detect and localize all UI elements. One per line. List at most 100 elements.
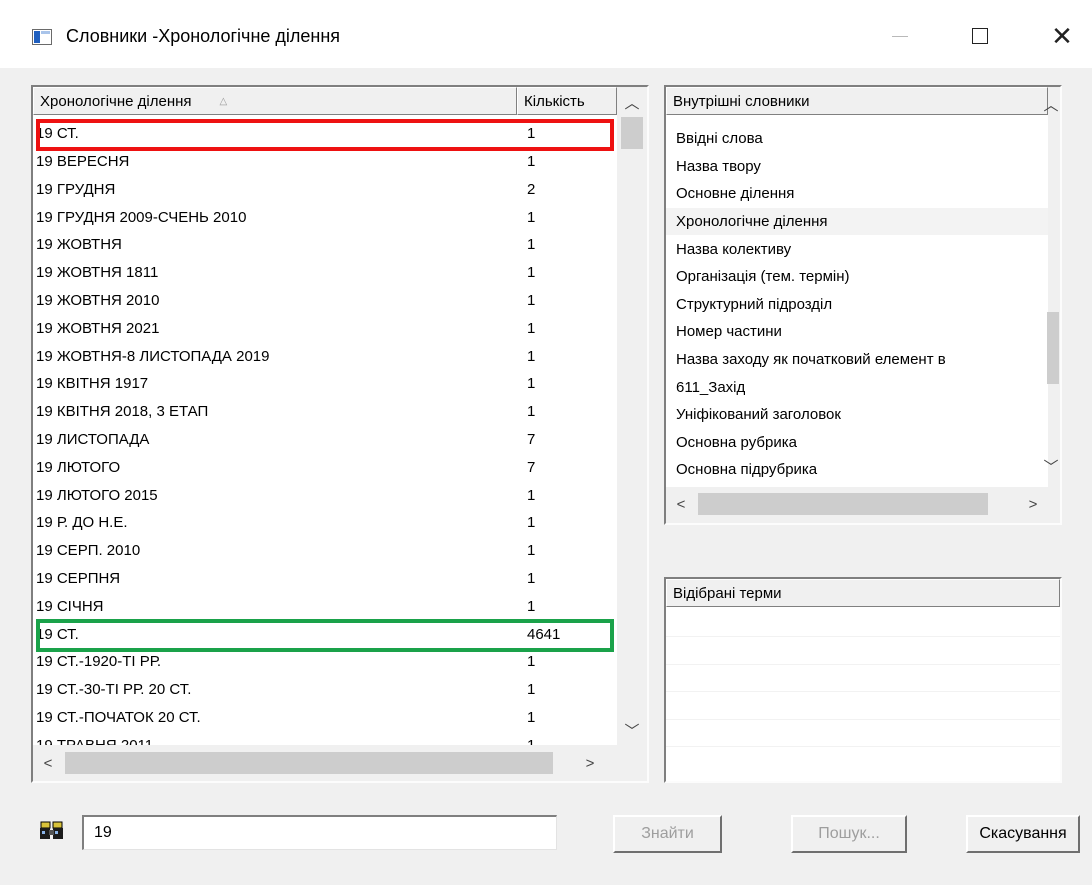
- table-row[interactable]: 19 ГРУДНЯ 2009-СЧЕНЬ 2010 1: [33, 203, 617, 231]
- table-row[interactable]: 19 СІЧНЯ 1: [33, 593, 617, 621]
- row-name: 19 СЕРПНЯ: [36, 570, 121, 588]
- table-row[interactable]: 19 СЕРП. 2010 1: [33, 537, 617, 565]
- row-name: 19 СТ.-ПОЧАТОК 20 СТ.: [36, 709, 201, 727]
- internal-dicts-rows: Ввідні слова Назва твору Основне ділення Хр…: [666, 125, 1048, 485]
- selected-terms-header[interactable]: Відібрані терми: [666, 579, 1060, 607]
- internal-dicts-vscrollbar[interactable]: [1048, 87, 1060, 487]
- divider: [666, 664, 1060, 665]
- scroll-thumb[interactable]: [1047, 312, 1059, 384]
- row-name: 19 ЛЮТОГО: [36, 458, 121, 476]
- row-count: 1: [527, 570, 536, 588]
- row-count: 1: [527, 486, 536, 504]
- list-item[interactable]: Назва колективу: [666, 235, 1048, 263]
- minimize-icon: [892, 35, 908, 37]
- search-button[interactable]: Пошук...: [791, 815, 907, 853]
- row-count: 1: [527, 264, 536, 282]
- table-row[interactable]: 19 СТ.-30-ТІ РР. 20 СТ. 1: [33, 676, 617, 704]
- list-item[interactable]: Хронологічне ділення: [666, 207, 1048, 236]
- row-count: 1: [527, 153, 536, 171]
- table-row[interactable]: 19 ЖОВТНЯ 2021 1: [33, 315, 617, 343]
- row-name: 19 СТ.-30-ТІ РР. 20 СТ.: [36, 681, 192, 699]
- row-count: 1: [527, 681, 536, 699]
- sort-ascending-icon: △: [219, 95, 228, 107]
- row-name: 19 ЖОВТНЯ 2010: [36, 292, 160, 310]
- row-count: 1: [527, 514, 536, 532]
- scroll-left-icon[interactable]: <: [37, 752, 59, 774]
- selected-terms-header-label: Відібрані терми: [673, 584, 782, 602]
- scroll-down-icon[interactable]: ﹀: [621, 719, 643, 741]
- table-row[interactable]: 19 ЛИСТОПАДА 7: [33, 426, 617, 454]
- row-name: 19 ЖОВТНЯ-8 ЛИСТОПАДА 2019: [36, 347, 270, 365]
- row-name: 19 ЖОВТНЯ 1811: [36, 264, 159, 282]
- find-button[interactable]: Знайти: [613, 815, 722, 853]
- list-item[interactable]: Організація (тем. термін): [666, 263, 1048, 291]
- scroll-thumb[interactable]: [698, 493, 988, 515]
- internal-dicts-header[interactable]: Внутрішні словники: [666, 87, 1048, 115]
- list-item[interactable]: Уніфікований заголовок: [666, 401, 1048, 429]
- search-input[interactable]: [82, 815, 557, 850]
- divider: [666, 691, 1060, 692]
- row-count: 1: [527, 653, 536, 671]
- table-row[interactable]: 19 ЖОВТНЯ 1: [33, 231, 617, 259]
- list-item[interactable]: Назва твору: [666, 153, 1048, 181]
- list-item[interactable]: Ввідні слова: [666, 125, 1048, 153]
- list-item[interactable]: Структурний підрозділ: [666, 291, 1048, 319]
- main-list-vscrollbar[interactable]: ︿ ﹀: [617, 87, 647, 745]
- table-row[interactable]: 19 СЕРПНЯ 1: [33, 565, 617, 593]
- table-row[interactable]: 19 ЖОВТНЯ 1811 1: [33, 259, 617, 287]
- table-row[interactable]: 19 СТ.-1920-ТІ РР. 1: [33, 648, 617, 676]
- scroll-up-icon[interactable]: ︿: [621, 91, 643, 113]
- list-item[interactable]: Номер частини: [666, 318, 1048, 346]
- row-name: 19 ЖОВТНЯ: [36, 236, 122, 254]
- row-name: 19 ЛИСТОПАДА: [36, 431, 150, 449]
- selected-terms-list: Відібрані терми: [664, 577, 1062, 783]
- main-list-hscrollbar[interactable]: < >: [33, 745, 617, 781]
- highlight-box-green: [36, 619, 614, 652]
- list-item[interactable]: Основна підрубрика: [666, 456, 1048, 484]
- scroll-right-icon[interactable]: >: [579, 752, 601, 774]
- table-row[interactable]: 19 ЛЮТОГО 7: [33, 454, 617, 482]
- list-item[interactable]: Основне ділення: [666, 180, 1048, 208]
- table-row[interactable]: 19 Р. ДО Н.Е. 1: [33, 509, 617, 537]
- column-header-name[interactable]: Хронологічне ділення △: [33, 87, 517, 115]
- internal-dicts-hscrollbar[interactable]: < >: [666, 487, 1060, 523]
- app-icon: [32, 29, 52, 45]
- highlight-box-red: [36, 119, 614, 151]
- scroll-left-icon[interactable]: <: [670, 493, 692, 515]
- row-count: 1: [527, 737, 535, 745]
- row-name: 19 ТРАВНЯ 2011: [36, 737, 153, 745]
- table-row[interactable]: 19 ТРАВНЯ 2011 1: [33, 732, 617, 745]
- row-count: 1: [527, 709, 536, 727]
- scroll-thumb[interactable]: [621, 117, 643, 149]
- binoculars-icon: [39, 819, 65, 841]
- cancel-button[interactable]: Скасування: [966, 815, 1080, 853]
- minimize-button[interactable]: [880, 18, 920, 54]
- table-row[interactable]: 19 ЖОВТНЯ-8 ЛИСТОПАДА 2019 1: [33, 342, 617, 370]
- list-item[interactable]: Основна рубрика: [666, 429, 1048, 457]
- table-row[interactable]: 19 ЖОВТНЯ 2010 1: [33, 287, 617, 315]
- table-row[interactable]: 19 КВІТНЯ 1917 1: [33, 370, 617, 398]
- list-item[interactable]: Назва заходу як початковий елемент в: [666, 346, 1048, 374]
- table-row[interactable]: 19 ЛЮТОГО 2015 1: [33, 481, 617, 509]
- table-row[interactable]: 19 ГРУДНЯ 2: [33, 176, 617, 204]
- row-count: 1: [527, 319, 536, 337]
- table-row[interactable]: 19 СТ.-ПОЧАТОК 20 СТ. 1: [33, 704, 617, 732]
- row-count: 1: [527, 375, 536, 393]
- internal-dicts-header-label: Внутрішні словники: [673, 92, 810, 110]
- table-row[interactable]: 19 ВЕРЕСНЯ 1: [33, 148, 617, 176]
- scroll-right-icon[interactable]: >: [1022, 493, 1044, 515]
- main-list: Хронологічне ділення △ Кількість 19 СТ. 1…: [31, 85, 649, 783]
- scroll-thumb[interactable]: [65, 752, 553, 774]
- row-count: 1: [527, 292, 536, 310]
- row-name: 19 СЕРП. 2010: [36, 542, 141, 560]
- column-header-count[interactable]: Кількість: [517, 87, 617, 115]
- table-row[interactable]: 19 КВІТНЯ 2018, 3 ЕТАП 1: [33, 398, 617, 426]
- close-button[interactable]: ✕: [1042, 18, 1082, 54]
- divider: [666, 636, 1060, 637]
- list-item[interactable]: 611_Захід: [666, 373, 1048, 401]
- row-name: 19 ГРУДНЯ: [36, 180, 116, 198]
- row-name: 19 КВІТНЯ 1917: [36, 375, 149, 393]
- maximize-button[interactable]: [960, 18, 1000, 54]
- scroll-down-icon[interactable]: ﹀: [1040, 455, 1060, 477]
- scroll-up-icon[interactable]: ︿: [1040, 93, 1060, 115]
